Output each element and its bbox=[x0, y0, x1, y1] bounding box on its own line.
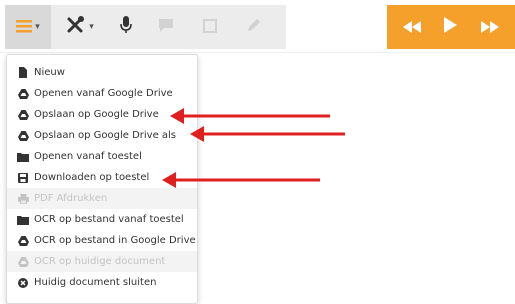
hamburger-menu-icon bbox=[16, 18, 33, 37]
microphone-button[interactable] bbox=[109, 5, 143, 49]
close-circle-icon bbox=[17, 277, 29, 289]
google-drive-icon bbox=[17, 130, 29, 142]
menu-item-label: Opslaan op Google Drive als bbox=[34, 130, 177, 141]
frame-button[interactable] bbox=[189, 5, 231, 49]
menu-item-downloaden-toestel[interactable]: Downloaden op toestel bbox=[7, 167, 197, 188]
menu-item-ocr-bestand-google-drive[interactable]: OCR op bestand in Google Drive bbox=[7, 230, 197, 251]
fast-forward-button[interactable] bbox=[475, 12, 505, 42]
menu-item-openen-toestel[interactable]: Openen vanaf toestel bbox=[7, 146, 197, 167]
tools-button[interactable]: ▾ bbox=[51, 5, 109, 49]
playback-controls bbox=[387, 5, 515, 49]
microphone-icon bbox=[120, 16, 132, 38]
menu-item-nieuw[interactable]: Nieuw bbox=[7, 62, 197, 83]
menu-item-label: Openen vanaf Google Drive bbox=[34, 88, 173, 99]
google-drive-icon bbox=[17, 235, 29, 247]
menu-item-ocr-huidige-document: OCR op huidige document bbox=[7, 251, 197, 272]
folder-icon bbox=[17, 151, 29, 163]
toolbar: ▾ ▾ bbox=[0, 0, 515, 52]
menu-item-label: Downloaden op toestel bbox=[34, 172, 150, 183]
chevron-down-icon: ▾ bbox=[89, 22, 94, 32]
google-drive-icon bbox=[17, 109, 29, 121]
rewind-icon bbox=[403, 18, 422, 37]
menu-item-label: OCR op huidige document bbox=[34, 256, 166, 267]
pencil-button[interactable] bbox=[231, 5, 277, 49]
menu-item-openen-google-drive[interactable]: Openen vanaf Google Drive bbox=[7, 83, 197, 104]
play-icon bbox=[444, 17, 458, 37]
document-icon bbox=[17, 67, 29, 79]
menu-item-ocr-bestand-toestel[interactable]: OCR op bestand vanaf toestel bbox=[7, 209, 197, 230]
menu-item-pdf-afdrukken: PDF Afdrukken bbox=[7, 188, 197, 209]
rewind-button[interactable] bbox=[397, 12, 427, 42]
pencil-icon bbox=[246, 17, 262, 37]
menu-item-opslaan-google-drive[interactable]: Opslaan op Google Drive bbox=[7, 104, 197, 125]
fast-forward-icon bbox=[480, 18, 499, 37]
menu-item-label: Huidig document sluiten bbox=[34, 277, 157, 288]
menu-item-label: PDF Afdrukken bbox=[34, 193, 108, 204]
comment-button[interactable] bbox=[143, 5, 189, 49]
printer-icon bbox=[17, 193, 29, 205]
menu-item-label: Nieuw bbox=[34, 67, 65, 78]
toolbar-left-group: ▾ ▾ bbox=[5, 5, 286, 49]
google-drive-icon bbox=[17, 256, 29, 268]
tools-icon bbox=[66, 16, 86, 38]
menu-item-label: OCR op bestand in Google Drive bbox=[34, 235, 196, 246]
menu-button[interactable]: ▾ bbox=[5, 5, 51, 49]
toolbar-divider bbox=[0, 52, 515, 53]
menu-item-label: OCR op bestand vanaf toestel bbox=[34, 214, 184, 225]
google-drive-icon bbox=[17, 88, 29, 100]
play-button[interactable] bbox=[436, 12, 466, 42]
menu-item-label: Openen vanaf toestel bbox=[34, 151, 142, 162]
menu-item-opslaan-google-drive-als[interactable]: Opslaan op Google Drive als bbox=[7, 125, 197, 146]
file-menu-dropdown: Nieuw Openen vanaf Google Drive Opslaan … bbox=[6, 54, 198, 304]
folder-icon bbox=[17, 214, 29, 226]
arrow-opslaan-google-drive-als bbox=[190, 126, 345, 142]
frame-icon bbox=[203, 18, 217, 37]
chevron-down-icon: ▾ bbox=[35, 22, 40, 32]
menu-item-label: Opslaan op Google Drive bbox=[34, 109, 159, 120]
save-icon bbox=[17, 172, 29, 184]
comment-icon bbox=[158, 18, 174, 37]
menu-item-document-sluiten[interactable]: Huidig document sluiten bbox=[7, 272, 197, 293]
